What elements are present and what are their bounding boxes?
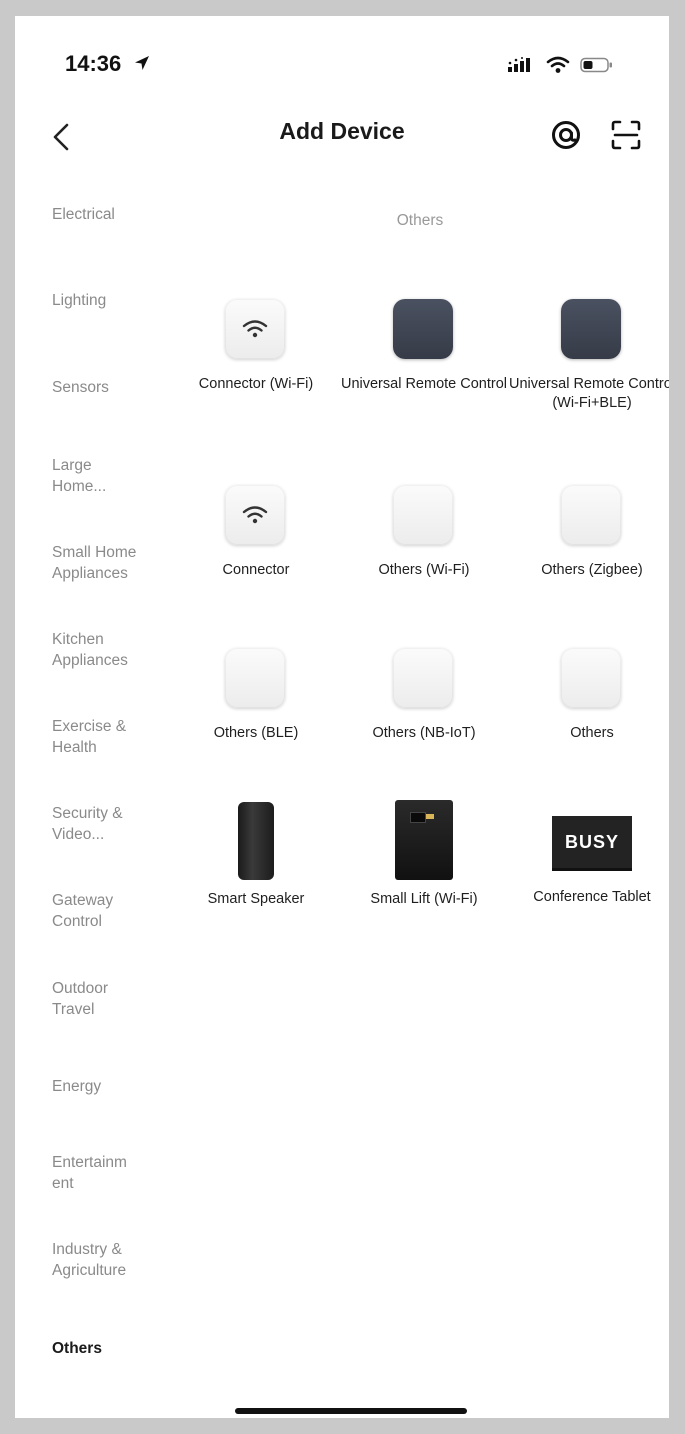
qr-scan-icon	[611, 120, 641, 150]
device-label: Connector	[222, 562, 290, 578]
device-label: Others (BLE)	[213, 725, 299, 741]
status-time-text: 14:36	[65, 51, 122, 76]
device-connector[interactable]: Connector	[172, 485, 340, 580]
blank-tile-icon	[393, 648, 453, 708]
sidebar-item-small-home-appliances[interactable]: Small Home Appliances	[52, 542, 167, 584]
section-title: Others	[396, 212, 444, 229]
speaker-icon	[238, 802, 274, 880]
device-others-zigbee[interactable]: Others (Zigbee)	[508, 485, 669, 580]
status-time: 14:36	[65, 51, 151, 78]
device-label: Conference Tablet	[533, 889, 651, 905]
location-arrow-icon	[133, 52, 151, 78]
sidebar-item-exercise-health[interactable]: Exercise & Health	[52, 716, 132, 758]
sidebar-item-gateway-control[interactable]: Gateway Control	[52, 890, 132, 932]
at-sign-icon	[552, 121, 580, 149]
blank-tile-icon	[225, 648, 285, 708]
device-label: Smart Speaker	[207, 891, 305, 907]
device-label: Others (NB-IoT)	[372, 725, 476, 741]
wifi-tile-icon	[225, 485, 285, 545]
device-label: Small Lift (Wi-Fi)	[370, 891, 478, 907]
sidebar-item-lighting[interactable]: Lighting	[52, 290, 177, 311]
wifi-tile-icon	[225, 299, 285, 359]
sidebar-item-others[interactable]: Others	[52, 1338, 177, 1359]
device-connector-wifi[interactable]: Connector (Wi-Fi)	[172, 299, 340, 394]
device-label: Others (Wi-Fi)	[378, 562, 470, 578]
wifi-status-icon	[546, 56, 570, 79]
device-label: Others	[570, 725, 614, 741]
sidebar-item-industry-agriculture[interactable]: Industry & Agriculture	[52, 1239, 157, 1281]
battery-icon	[580, 57, 614, 78]
sidebar-item-security-video[interactable]: Security & Video...	[52, 803, 152, 845]
device-label: Others (Zigbee)	[541, 562, 643, 578]
device-others[interactable]: Others	[508, 648, 669, 743]
sidebar-item-electrical[interactable]: Electrical	[52, 204, 177, 225]
sidebar-item-large-home[interactable]: Large Home...	[52, 455, 132, 497]
cellular-signal-icon	[508, 57, 536, 78]
sidebar-item-entertainment[interactable]: Entertainm ent	[52, 1152, 152, 1194]
device-others-wifi[interactable]: Others (Wi-Fi)	[340, 485, 508, 580]
device-small-lift[interactable]: Small Lift (Wi-Fi)	[340, 800, 508, 909]
home-indicator[interactable]	[235, 1408, 467, 1414]
sidebar-item-outdoor-travel[interactable]: Outdoor Travel	[52, 978, 132, 1020]
device-others-nb-iot[interactable]: Others (NB-IoT)	[340, 648, 508, 743]
blank-tile-icon	[561, 648, 621, 708]
device-label: Universal Remote Control (Wi-Fi+BLE)	[508, 376, 669, 411]
phone-screen: 14:36 Add Device Electrical Lighting Sen…	[15, 16, 669, 1418]
scan-button[interactable]	[610, 119, 642, 151]
device-label: Universal Remote Control	[340, 376, 507, 392]
blank-tile-icon	[393, 485, 453, 545]
device-smart-speaker[interactable]: Smart Speaker	[172, 802, 340, 909]
busy-sign-icon: BUSY	[552, 816, 632, 871]
at-scan-button[interactable]	[550, 119, 582, 151]
remote-tile-icon	[393, 299, 453, 359]
sidebar-item-kitchen-appliances[interactable]: Kitchen Appliances	[52, 629, 152, 671]
sidebar-item-energy[interactable]: Energy	[52, 1076, 177, 1097]
blank-tile-icon	[561, 485, 621, 545]
device-conference-tablet[interactable]: BUSY Conference Tablet	[508, 816, 669, 907]
sidebar-item-sensors[interactable]: Sensors	[52, 377, 177, 398]
device-label: Connector (Wi-Fi)	[198, 376, 314, 392]
device-universal-remote[interactable]: Universal Remote Control	[340, 299, 508, 394]
lift-icon	[395, 800, 453, 880]
device-universal-remote-wifi-ble[interactable]: Universal Remote Control (Wi-Fi+BLE)	[508, 299, 669, 413]
status-indicators	[508, 56, 614, 79]
remote-tile-icon	[561, 299, 621, 359]
device-others-ble[interactable]: Others (BLE)	[172, 648, 340, 743]
